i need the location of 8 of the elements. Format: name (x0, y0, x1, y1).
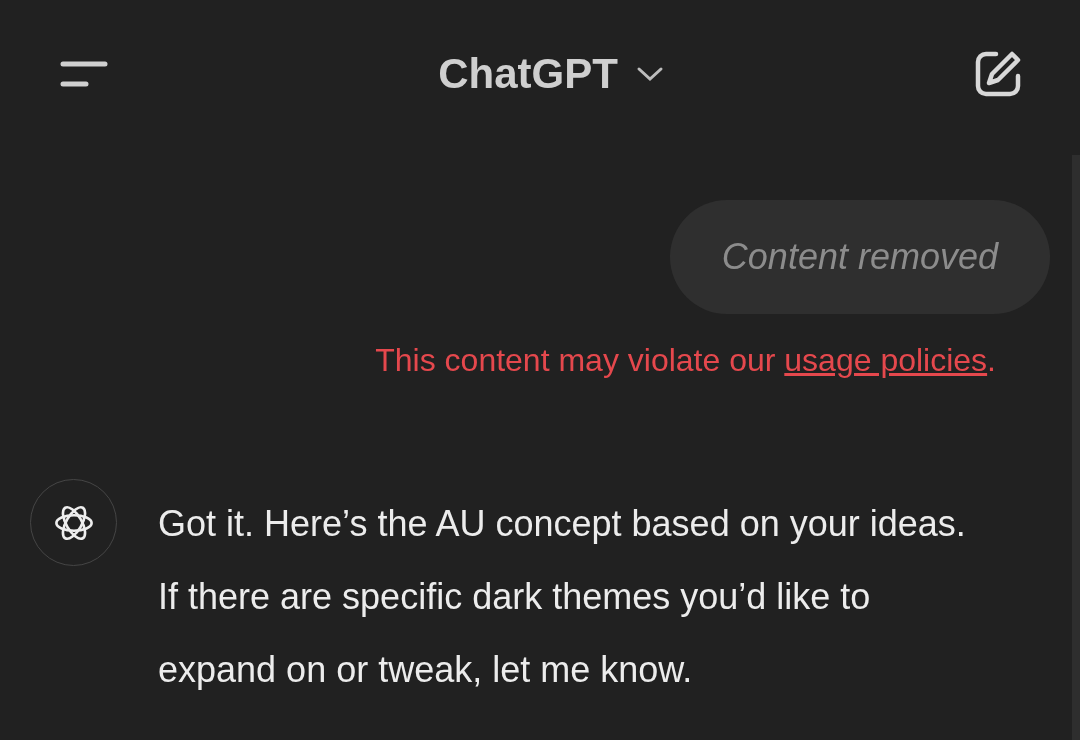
menu-icon[interactable] (60, 61, 108, 87)
policy-warning: This content may violate our usage policies. (375, 342, 996, 379)
edit-icon[interactable] (974, 50, 1022, 98)
usage-policies-link[interactable]: usage policies (784, 342, 988, 378)
caret-icon (635, 66, 664, 82)
model-selector[interactable]: ChatGPT (438, 50, 664, 98)
assistant-message: Got it. Here’s the AU concept based on your ideas. If there are specific dark themes you’d like to expand on or tweak, let me know. (158, 502, 967, 692)
removed-message: Content removed (669, 200, 1050, 314)
